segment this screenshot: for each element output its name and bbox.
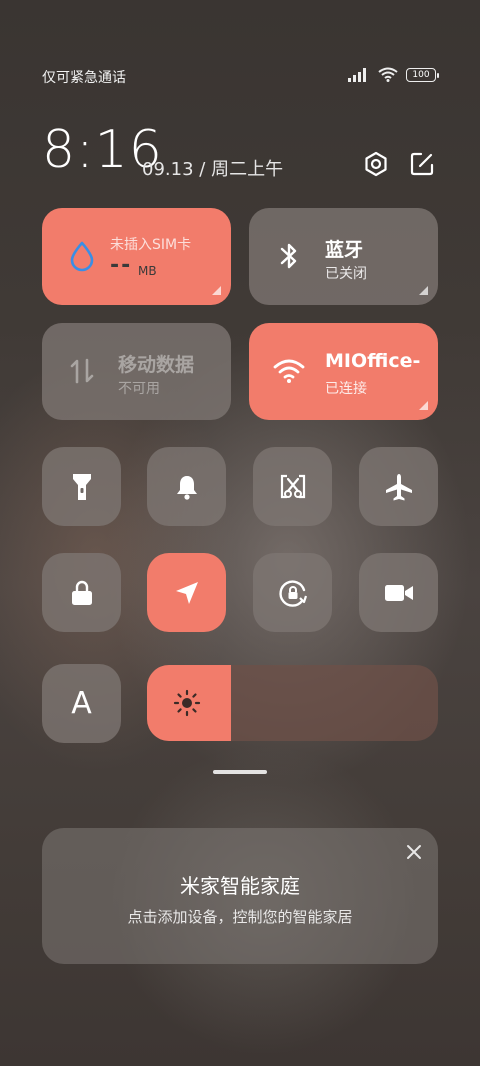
lock-icon — [71, 580, 92, 605]
data-usage-value: -- — [110, 253, 133, 278]
airplane-icon — [385, 473, 412, 500]
tile-subtitle: 已连接 — [325, 381, 367, 397]
expand-corner-icon — [212, 286, 221, 295]
font-size-button[interactable]: A — [42, 664, 121, 743]
tile-subtitle: 不可用 — [118, 381, 160, 397]
tile-bluetooth[interactable]: 蓝牙 已关闭 — [249, 208, 438, 305]
wifi-status-icon — [378, 67, 398, 82]
tile-wifi[interactable]: MIOffice- 已连接 — [249, 323, 438, 420]
carrier-status: 仅可紧急通话 — [42, 70, 126, 86]
screenshot-button[interactable] — [253, 447, 332, 526]
bluetooth-icon — [273, 240, 305, 272]
location-button[interactable] — [147, 553, 226, 632]
expand-corner-icon — [419, 286, 428, 295]
mobile-data-icon — [66, 355, 98, 387]
edit-button[interactable] — [408, 150, 436, 178]
tile-title: 蓝牙 — [325, 239, 364, 261]
settings-button[interactable] — [362, 150, 390, 178]
flashlight-button[interactable] — [42, 447, 121, 526]
airplane-mode-button[interactable] — [359, 447, 438, 526]
water-drop-icon — [66, 240, 98, 272]
tile-subtitle: 已关闭 — [325, 266, 367, 282]
battery-level: 100 — [412, 69, 430, 80]
tile-mobile-data[interactable]: 移动数据 不可用 — [42, 323, 231, 420]
signal-icon — [348, 67, 366, 82]
card-title: 米家智能家庭 — [180, 874, 300, 898]
date-separator: / — [199, 159, 206, 180]
battery-icon: 100 — [406, 67, 439, 82]
card-subtitle: 点击添加设备，控制您的智能家居 — [127, 908, 353, 926]
rotation-lock-icon — [278, 579, 307, 607]
screen-recorder-button[interactable] — [359, 553, 438, 632]
location-icon — [175, 581, 198, 604]
drag-handle[interactable] — [213, 770, 267, 774]
smart-home-card[interactable]: 米家智能家庭 点击添加设备，控制您的智能家居 — [42, 828, 438, 964]
date-value: 09.13 — [142, 159, 194, 180]
bell-icon — [176, 475, 197, 500]
status-icons: 100 — [348, 67, 439, 82]
screen-lock-button[interactable] — [42, 553, 121, 632]
screenshot-icon — [280, 474, 305, 498]
ring-mode-button[interactable] — [147, 447, 226, 526]
brightness-icon — [173, 689, 201, 717]
settings-icon — [365, 151, 387, 177]
expand-corner-icon — [419, 401, 428, 410]
weekday: 周二上午 — [211, 159, 284, 180]
close-icon[interactable] — [404, 842, 424, 862]
edit-icon — [410, 152, 434, 176]
rotation-lock-button[interactable] — [253, 553, 332, 632]
tile-title: MIOffice- — [325, 350, 421, 372]
wifi-icon — [273, 355, 305, 387]
video-camera-icon — [384, 584, 413, 601]
sim-status: 未插入SIM卡 — [110, 237, 192, 253]
brightness-slider[interactable] — [147, 665, 438, 741]
tile-title: 移动数据 — [118, 354, 195, 376]
flashlight-icon — [72, 473, 91, 500]
data-usage-unit: MB — [138, 264, 157, 278]
tile-data-usage[interactable]: 未插入SIM卡 -- MB — [42, 208, 231, 305]
font-size-icon: A — [71, 686, 92, 721]
date[interactable]: 09.13 / 周二上午 — [142, 155, 283, 181]
